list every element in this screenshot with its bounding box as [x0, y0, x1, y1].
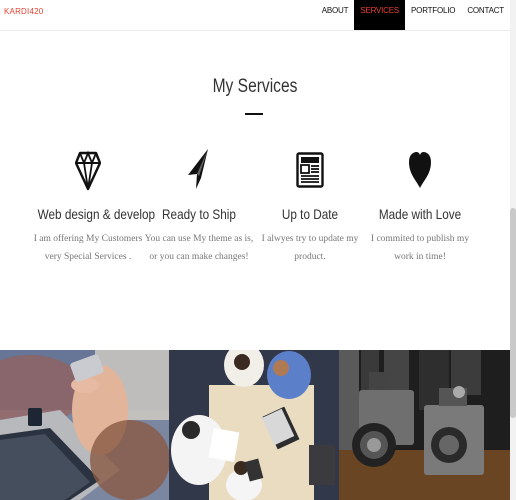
photo-vintage-cameras[interactable]: [339, 350, 510, 500]
nav-item-about[interactable]: ABOUT: [316, 0, 355, 30]
scrollbar-thumb[interactable]: [510, 208, 516, 418]
newspaper-icon: [250, 148, 370, 192]
service-description: I alwyes try to update my product.: [261, 234, 359, 262]
navbar: KARDI420 ABOUT SERVICES PORTFOLIO CONTAC…: [0, 0, 510, 31]
photo-hands-phone-laptop[interactable]: [0, 350, 169, 500]
service-up-to-date: Up to Date I alwyes try to update my pro…: [250, 148, 370, 266]
nav-item-portfolio[interactable]: PORTFOLIO: [405, 0, 461, 30]
service-title: Up to Date: [281, 206, 339, 222]
nav-item-services[interactable]: SERVICES: [354, 0, 406, 30]
section-title: My Services: [212, 76, 298, 97]
service-title: Ready to Ship: [162, 206, 236, 222]
service-web-design: Web design & develop I am offering My Cu…: [28, 148, 156, 266]
service-description: You can use My theme as is, or you can m…: [144, 234, 254, 262]
photo-team-meeting[interactable]: [169, 350, 339, 500]
nav-links: ABOUT SERVICES PORTFOLIO CONTACT: [316, 0, 510, 30]
portfolio-photo-strip: [0, 350, 510, 500]
paper-plane-icon: [139, 148, 259, 192]
service-description: I commited to publish my work in time!: [370, 234, 470, 262]
service-made-with-love: Made with Love I commited to publish my …: [360, 148, 480, 266]
service-title: Web design & develop: [37, 206, 156, 222]
brand-logo[interactable]: KARDI420: [4, 7, 43, 16]
nav-item-contact[interactable]: CONTACT: [461, 0, 510, 30]
diamond-icon: [28, 148, 148, 192]
service-title: Made with Love: [378, 206, 462, 222]
title-divider: [245, 113, 263, 115]
heart-icon: [360, 148, 480, 192]
service-ready-to-ship: Ready to Ship You can use My theme as is…: [139, 148, 259, 266]
service-description: I am offering My Customers very Special …: [33, 234, 143, 262]
